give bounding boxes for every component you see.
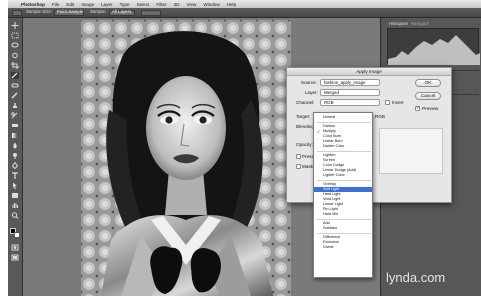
layer-label: Layer:	[305, 90, 318, 95]
lasso-tool-icon[interactable]	[11, 42, 19, 49]
move-tool-icon[interactable]	[11, 22, 19, 29]
menu-file[interactable]: File	[52, 2, 59, 7]
sample-size-value: Point Sample	[57, 9, 84, 14]
menu-view[interactable]: View	[186, 2, 196, 7]
menu-help[interactable]: Help	[227, 2, 236, 7]
crop-tool-icon[interactable]	[11, 62, 19, 69]
cancel-button[interactable]: Cancel	[415, 92, 441, 100]
preserve-transparency-checkbox[interactable]	[296, 154, 301, 159]
blur-tool-icon[interactable]	[11, 142, 19, 149]
menu-app-name[interactable]: Photoshop	[21, 2, 45, 7]
hand-tool-icon[interactable]	[11, 202, 19, 209]
source-label: Source:	[301, 80, 317, 85]
ok-button[interactable]: OK	[415, 79, 441, 87]
menu-type[interactable]: Type	[120, 2, 130, 7]
eyedropper-tool-preset[interactable]	[12, 10, 22, 16]
healing-brush-tool-icon[interactable]	[11, 82, 19, 89]
zoom-tool-icon[interactable]	[11, 212, 19, 219]
screen-mode-icon[interactable]	[11, 254, 19, 261]
menu-filter[interactable]: Filter	[156, 2, 166, 7]
menu-edit[interactable]: Edit	[66, 2, 74, 7]
target-value: RGB	[375, 114, 385, 119]
options-bar: Sample Size: Point Sample Sample: All La…	[8, 8, 481, 18]
target-label: Target:	[296, 114, 311, 119]
menu-layer[interactable]: Layer	[101, 2, 113, 7]
photoshop-window: Photoshop File Edit Image Layer Type Sel…	[8, 0, 481, 296]
menu-3d[interactable]: 3D	[174, 2, 180, 7]
channel-select[interactable]: RGB	[320, 99, 380, 106]
path-selection-tool-icon[interactable]	[11, 182, 19, 189]
invert-label: Invert	[392, 100, 404, 105]
blend-mode-option[interactable]: Divide	[314, 245, 372, 250]
sample-value: All Layers	[112, 9, 132, 14]
blend-mode-option[interactable]: Lighter Color	[314, 173, 372, 178]
dodge-tool-icon[interactable]	[11, 152, 19, 159]
background-color-swatch[interactable]	[14, 232, 20, 238]
navigator-tab[interactable]: Navigator	[411, 21, 429, 26]
preview-label: Preview	[422, 106, 439, 111]
menu-window[interactable]: Window	[203, 2, 219, 7]
invert-checkbox[interactable]	[385, 100, 390, 105]
blending-mode-menu: Normal Darken Multiply Color Burn Linear…	[313, 112, 373, 278]
preview-checkbox[interactable]	[415, 105, 420, 111]
channel-label: Channel:	[296, 100, 315, 105]
blend-mode-option[interactable]: Darker Color	[314, 144, 372, 149]
menu-bar: Photoshop File Edit Image Layer Type Sel…	[8, 0, 481, 8]
histogram-graph	[387, 28, 480, 65]
dialog-title: Apply Image	[287, 68, 451, 76]
eyedropper-tool-icon[interactable]	[11, 72, 19, 79]
sample-ring-toggle[interactable]	[141, 10, 161, 16]
quick-mask-icon[interactable]	[11, 244, 19, 251]
menu-separator	[317, 219, 371, 220]
lynda-watermark: lynda.com	[386, 270, 446, 285]
menu-image[interactable]: Image	[81, 2, 94, 7]
menu-separator	[317, 151, 371, 152]
sample-size-label: Sample Size:	[26, 9, 52, 14]
menu-separator	[317, 180, 371, 181]
portrait-photo	[81, 20, 291, 296]
pen-tool-icon[interactable]	[11, 162, 19, 169]
history-brush-tool-icon[interactable]	[11, 112, 19, 119]
quick-select-tool-icon[interactable]	[11, 52, 19, 59]
mask-checkbox[interactable]	[296, 164, 301, 169]
tools-panel	[8, 18, 23, 296]
opacity-label: Opacity:	[296, 142, 313, 147]
marquee-tool-icon[interactable]	[11, 32, 19, 39]
histogram-tab[interactable]: Histogram	[389, 21, 408, 26]
source-select[interactable]: fashion_apply_image	[320, 79, 380, 86]
menu-separator	[317, 122, 371, 123]
blend-mode-option[interactable]: Subtract	[314, 226, 372, 231]
eraser-tool-icon[interactable]	[11, 122, 19, 129]
sample-label: Sample:	[90, 9, 107, 14]
shape-tool-icon[interactable]	[11, 192, 19, 199]
type-tool-icon[interactable]	[11, 172, 19, 179]
blend-mode-option[interactable]: Hard Mix	[314, 212, 372, 217]
brush-tool-icon[interactable]	[11, 92, 19, 99]
gradient-tool-icon[interactable]	[11, 132, 19, 139]
menu-separator	[317, 233, 371, 234]
clone-stamp-tool-icon[interactable]	[11, 102, 19, 109]
menu-select[interactable]: Select	[137, 2, 150, 7]
layer-select[interactable]: Merged	[320, 89, 380, 96]
blend-mode-option[interactable]: Normal	[314, 115, 372, 120]
dialog-blank-area	[379, 128, 443, 174]
